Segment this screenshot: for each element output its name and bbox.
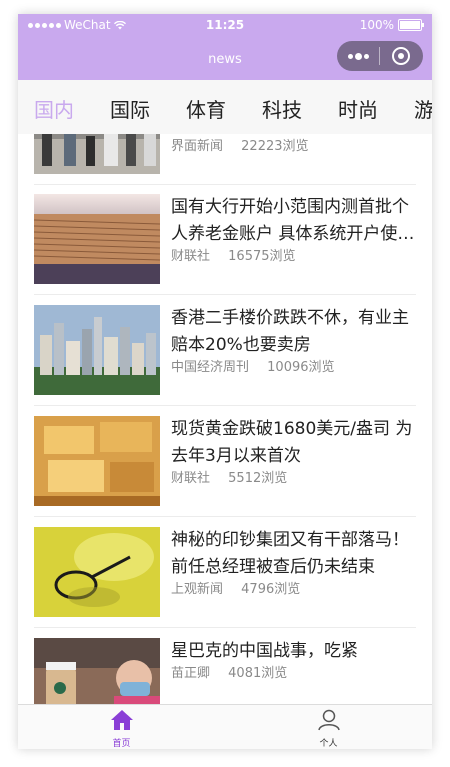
- battery-icon: [398, 19, 424, 31]
- tabbar-home-label: 首页: [112, 739, 131, 749]
- news-thumbnail-hongkong: [34, 305, 160, 395]
- news-views: 4081浏览: [228, 666, 288, 681]
- news-title: 神秘的印钞集团又有干部落马！前任总经理被查后仍未结束: [171, 530, 409, 577]
- tab-domestic[interactable]: 国内: [34, 94, 74, 123]
- tabbar-profile[interactable]: 个人: [225, 709, 432, 749]
- news-title: 星巴克的中国战事，吃紧: [171, 641, 358, 661]
- news-thumbnail-coffee: [34, 638, 160, 705]
- home-icon: [110, 710, 133, 730]
- news-thumbnail-street: [34, 134, 160, 174]
- list-item[interactable]: 香港二手楼价跌跌不休，有业主赔本20%也要卖房 中国经济周刊 10096浏览: [34, 295, 416, 406]
- list-item[interactable]: 界面新闻 22223浏览: [34, 134, 416, 185]
- header: WeChat 11:25 100% news: [18, 14, 432, 80]
- news-thumbnail-magnifier: [34, 527, 160, 617]
- news-thumbnail-coins: [34, 194, 160, 284]
- news-meta: 中国经济周刊 10096浏览: [171, 356, 349, 375]
- list-item[interactable]: 星巴克的中国战事，吃紧 苗正卿 4081浏览: [34, 628, 416, 705]
- list-item[interactable]: 神秘的印钞集团又有干部落马！前任总经理被查后仍未结束 上观新闻 4796浏览: [34, 517, 416, 628]
- tab-international[interactable]: 国际: [110, 94, 150, 123]
- tab-sports[interactable]: 体育: [186, 94, 226, 123]
- news-thumbnail-gold: [34, 416, 160, 506]
- battery-info: 100%: [359, 18, 424, 32]
- category-tabs: 国内 国际 体育 科技 时尚 游: [18, 80, 432, 134]
- close-mini-program-icon[interactable]: [380, 41, 422, 71]
- phone-frame: WeChat 11:25 100% news 国内 国际 体育 科技 时尚 游: [18, 14, 432, 749]
- news-meta: 上观新闻 4796浏览: [171, 578, 314, 597]
- tabbar-home[interactable]: 首页: [18, 709, 225, 749]
- more-menu-icon[interactable]: [337, 41, 379, 71]
- news-title: 国有大行开始小范围内测首批个人养老金账户 具体系统开户使用将于后续公布: [171, 197, 415, 244]
- bottom-tabbar: 首页 个人: [18, 704, 432, 749]
- mini-program-capsule: [337, 41, 423, 71]
- tab-games[interactable]: 游: [414, 94, 432, 123]
- list-item[interactable]: 国有大行开始小范围内测首批个人养老金账户 具体系统开户使用将于后续公布 财联社 …: [34, 184, 416, 295]
- tab-technology[interactable]: 科技: [262, 94, 302, 123]
- news-source: 财联社: [171, 471, 211, 486]
- news-views: 5512浏览: [228, 471, 288, 486]
- tabbar-profile-label: 个人: [319, 739, 338, 749]
- news-title: 现货黄金跌破1680美元/盎司 为去年3月以来首次: [171, 419, 413, 466]
- news-meta: 财联社 16575浏览: [171, 245, 310, 264]
- news-source: 财联社: [171, 249, 211, 264]
- news-source: 上观新闻: [171, 582, 224, 597]
- news-list: 界面新闻 22223浏览 国有大行开始小范围内测首批个人养老金账户 具体系统开户…: [18, 134, 432, 705]
- status-bar: WeChat 11:25 100%: [18, 14, 432, 34]
- news-views: 16575浏览: [228, 249, 296, 264]
- battery-percent: 100%: [359, 18, 394, 32]
- news-source: 苗正卿: [171, 666, 211, 681]
- person-icon: [317, 709, 340, 731]
- news-views: 4796浏览: [241, 582, 301, 597]
- news-meta: 财联社 5512浏览: [171, 467, 301, 486]
- news-meta: 苗正卿 4081浏览: [171, 662, 301, 681]
- list-item[interactable]: 现货黄金跌破1680美元/盎司 为去年3月以来首次 财联社 5512浏览: [34, 406, 416, 517]
- news-views: 10096浏览: [267, 360, 335, 375]
- news-source: 界面新闻: [171, 139, 224, 154]
- news-source: 中国经济周刊: [171, 360, 250, 375]
- news-views: 22223浏览: [241, 139, 309, 154]
- tab-fashion[interactable]: 时尚: [338, 94, 378, 123]
- news-title: 香港二手楼价跌跌不休，有业主赔本20%也要卖房: [171, 308, 409, 355]
- news-meta: 界面新闻 22223浏览: [171, 135, 323, 154]
